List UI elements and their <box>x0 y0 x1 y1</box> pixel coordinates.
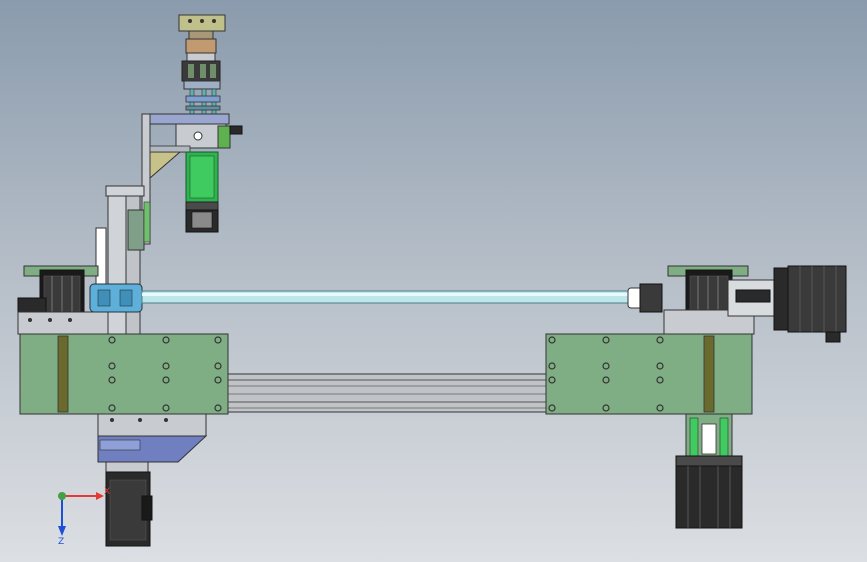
coordinate-triad[interactable]: X Z <box>58 487 110 547</box>
right-bearing-support <box>663 265 779 335</box>
z-servo-motor <box>185 151 219 233</box>
lower-left-motor <box>105 471 153 547</box>
lower-left-carriage <box>97 413 208 473</box>
assembly-drawing: X Z <box>17 14 847 547</box>
ball-screw-shaft <box>141 290 631 304</box>
bracket-gusset <box>149 151 182 180</box>
triad-x-label: X <box>104 487 110 497</box>
ball-screw-assembly <box>89 283 663 313</box>
x-axis-motor <box>773 265 847 343</box>
linear-rail <box>225 373 549 413</box>
left-base-plate <box>19 333 229 415</box>
triad-origin <box>58 492 66 500</box>
lower-right-motor <box>675 413 743 529</box>
top-spacer <box>188 30 214 40</box>
x-arrow-icon <box>96 492 104 500</box>
top-z-module <box>178 14 226 125</box>
sensor-tab <box>229 125 243 135</box>
right-base-plate <box>545 333 753 415</box>
cad-viewport[interactable]: X Z <box>0 0 867 562</box>
triad-z-label: Z <box>58 537 64 547</box>
top-nut <box>185 38 217 54</box>
z-arrow-icon <box>58 526 66 536</box>
